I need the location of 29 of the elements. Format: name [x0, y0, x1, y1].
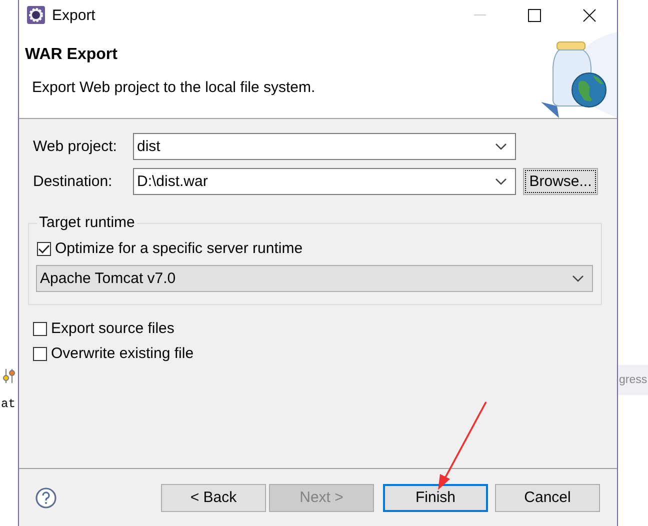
checkbox[interactable]	[33, 346, 47, 360]
finish-button[interactable]: Finish	[383, 484, 488, 512]
gear-icon	[26, 5, 46, 25]
dropdown-chevron-icon	[495, 178, 507, 186]
window-title: Export	[52, 6, 96, 24]
field-label: Destination:	[33, 173, 114, 190]
toolbar-icon[interactable]	[3, 368, 17, 384]
close-icon[interactable]	[583, 8, 596, 22]
background-text: gress	[619, 374, 648, 386]
background-text: at	[1, 397, 16, 411]
cancel-button[interactable]: Cancel	[495, 484, 600, 512]
checkbox[interactable]	[33, 322, 47, 336]
back-button[interactable]: < Back	[161, 484, 266, 512]
checkbox[interactable]	[37, 242, 51, 256]
checkbox-label: Export source files	[51, 320, 174, 337]
checkbox-label: Overwrite existing file	[51, 345, 194, 362]
combo-field[interactable]: D:\dist.war	[133, 168, 516, 195]
page-title: WAR Export	[25, 46, 118, 64]
dropdown-chevron-icon	[495, 142, 507, 150]
group-title: Target runtime	[37, 214, 137, 231]
checkbox-label: Optimize for a specific server runtime	[55, 240, 303, 257]
field-label: Web project:	[33, 138, 118, 155]
dropdown-chevron-icon	[572, 274, 584, 282]
combo-field[interactable]: dist	[133, 133, 516, 160]
help-icon[interactable]	[35, 486, 57, 508]
page-description: Export Web project to the local file system.	[31, 79, 316, 96]
maximize-icon[interactable]	[528, 8, 541, 22]
browse-button[interactable]: Browse...	[523, 168, 598, 195]
runtime-dropdown[interactable]: Apache Tomcat v7.0	[36, 265, 593, 292]
